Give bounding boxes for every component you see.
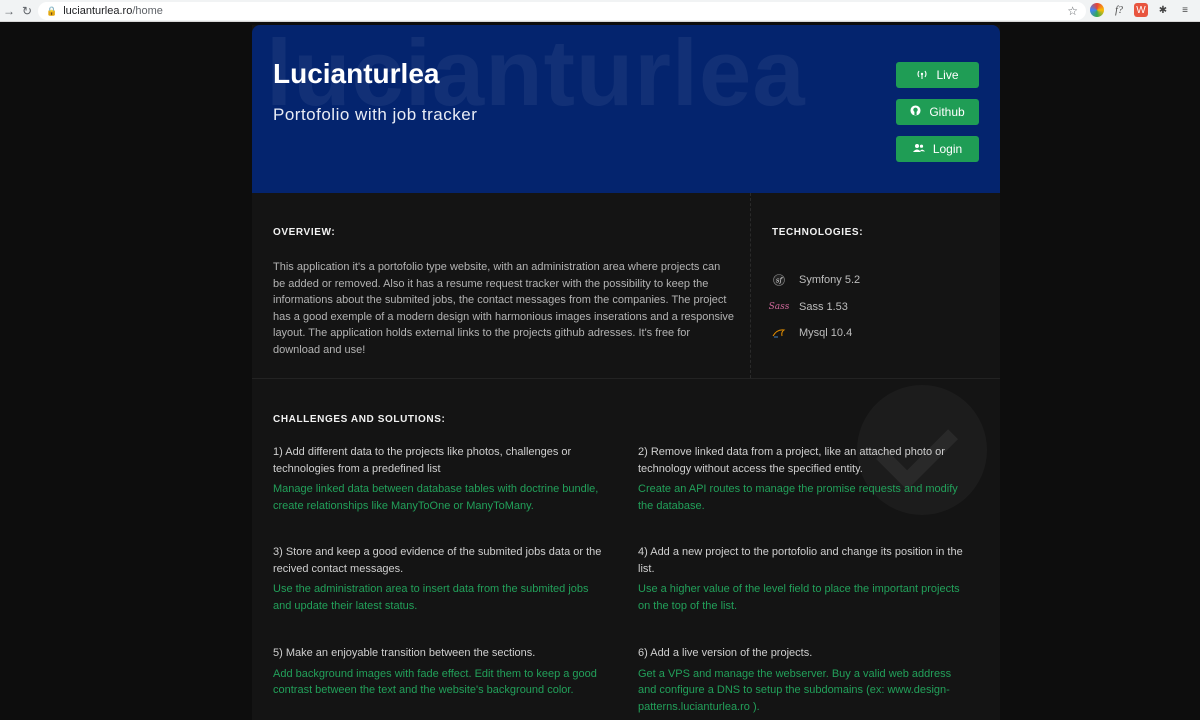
url-path: /home: [132, 5, 163, 17]
live-button[interactable]: Live: [896, 62, 979, 88]
address-bar[interactable]: 🔒 lucianturlea.ro/home ☆: [38, 2, 1086, 20]
challenge-solution: Add background images with fade effect. …: [273, 667, 597, 697]
mysql-icon: [772, 327, 786, 339]
challenge-question: 4) Add a new project to the portofolio a…: [638, 546, 963, 575]
tech-item-symfony: sf Symfony 5.2: [772, 267, 860, 294]
bookmark-star-icon[interactable]: ☆: [1067, 4, 1078, 18]
technologies-heading: TECHNOLOGIES:: [772, 227, 864, 238]
challenge-item: 3) Store and keep a good evidence of the…: [273, 544, 603, 614]
browser-toolbar: → ↻ 🔒 lucianturlea.ro/home ☆ f? W ✱ ≡: [0, 0, 1200, 22]
tech-label-sass: Sass 1.53: [799, 300, 848, 313]
users-icon: [912, 143, 925, 156]
color-picker-extension-icon[interactable]: [1090, 3, 1104, 17]
tech-item-sass: Sass Sass 1.53: [768, 294, 860, 321]
tech-label-symfony: Symfony 5.2: [799, 274, 861, 287]
antenna-icon: [916, 69, 928, 82]
challenge-solution: Use a higher value of the level field to…: [638, 583, 960, 612]
github-icon: [910, 105, 921, 119]
forward-arrow-icon[interactable]: →: [0, 2, 18, 20]
live-button-label: Live: [936, 68, 959, 82]
overview-heading: OVERVIEW:: [273, 227, 336, 238]
overview-section: OVERVIEW: This application it's a portof…: [252, 193, 751, 378]
challenge-solution: Use the administration area to insert da…: [273, 583, 589, 612]
login-button-label: Login: [932, 142, 963, 156]
github-button-label: Github: [929, 105, 965, 119]
project-subtitle: Portofolio with job tracker: [273, 105, 478, 124]
tech-item-mysql: Mysql 10.4: [772, 320, 860, 347]
challenge-item: 4) Add a new project to the portofolio a…: [638, 544, 968, 614]
technologies-list: sf Symfony 5.2 Sass Sass 1.53 Mysql 10.4: [768, 267, 861, 347]
challenge-question: 5) Make an enjoyable transition between …: [273, 647, 536, 659]
challenge-solution: Get a VPS and manage the webserver. Buy …: [638, 667, 952, 713]
lock-icon: 🔒: [46, 5, 58, 16]
reading-list-icon[interactable]: ≡: [1178, 3, 1192, 17]
challenges-heading: CHALLENGES AND SOLUTIONS:: [273, 414, 446, 425]
reload-icon[interactable]: ↻: [18, 2, 36, 20]
challenge-question: 3) Store and keep a good evidence of the…: [273, 546, 602, 575]
tech-label-mysql: Mysql 10.4: [799, 327, 853, 340]
project-title: Lucianturlea: [273, 58, 440, 89]
login-button[interactable]: Login: [896, 136, 979, 162]
wappalyzer-extension-icon[interactable]: W: [1134, 3, 1148, 17]
challenge-item: 6) Add a live version of the projects. G…: [638, 645, 968, 715]
url-domain: lucianturlea.ro: [63, 5, 133, 17]
challenge-item: 1) Add different data to the projects li…: [273, 444, 603, 514]
sass-icon: Sass: [768, 301, 790, 312]
challenge-question: 6) Add a live version of the projects.: [638, 647, 813, 659]
overview-text: This application it's a portofolio type …: [273, 261, 735, 356]
project-card: lucianturlea Lucianturlea Portofolio wit…: [252, 25, 1000, 720]
hero-buttons: Live Github Login: [896, 62, 979, 162]
challenge-item: 2) Remove linked data from a project, li…: [638, 444, 968, 514]
puzzle-extensions-icon[interactable]: ✱: [1156, 3, 1170, 17]
section-divider: [252, 378, 1000, 379]
project-hero: lucianturlea Lucianturlea Portofolio wit…: [252, 25, 1000, 193]
challenge-item: 5) Make an enjoyable transition between …: [273, 645, 603, 699]
symfony-icon: sf: [772, 274, 786, 287]
technologies-section: TECHNOLOGIES: sf Symfony 5.2 Sass Sass 1…: [751, 193, 1000, 378]
extensions-area: f? W ✱ ≡: [1090, 3, 1192, 17]
page: lucianturlea Lucianturlea Portofolio wit…: [0, 23, 1200, 720]
challenge-solution: Create an API routes to manage the promi…: [638, 483, 958, 512]
formula-extension-icon[interactable]: f?: [1112, 3, 1126, 17]
challenge-question: 1) Add different data to the projects li…: [273, 446, 572, 475]
challenge-question: 2) Remove linked data from a project, li…: [638, 446, 945, 475]
github-button[interactable]: Github: [896, 99, 979, 125]
challenge-solution: Manage linked data between database tabl…: [273, 483, 599, 512]
